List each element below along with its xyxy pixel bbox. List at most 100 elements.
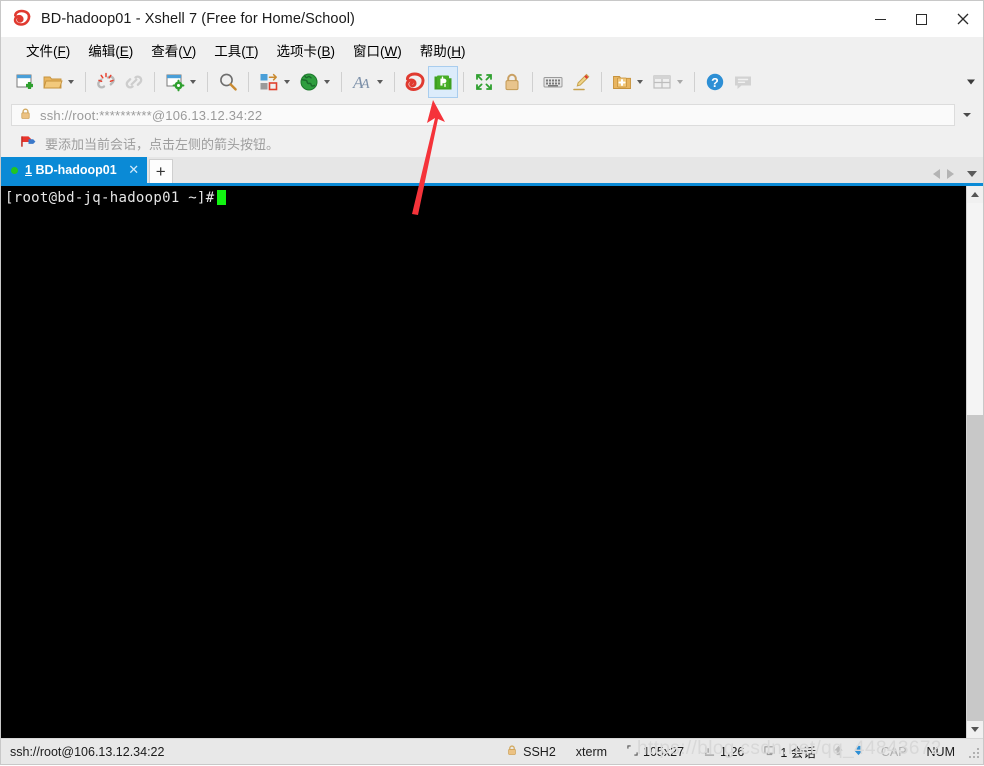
layout-transfer-button[interactable] [255,67,295,97]
cursor-pos-icon [704,745,715,759]
status-protocol[interactable]: SSH2 [496,739,566,764]
new-tab-button[interactable]: + [148,159,173,183]
disconnect-button[interactable] [92,67,120,97]
tab-close-button[interactable]: ✕ [127,162,141,178]
terminal-scrollbar[interactable] [966,186,983,738]
status-num-lock: NUM [926,744,955,759]
close-button[interactable] [942,1,983,37]
globe-caret-icon[interactable] [324,80,330,84]
triangle-right-icon[interactable] [947,169,954,179]
menu-label-view: 查看 [151,44,179,59]
terminal-cursor [216,190,226,205]
maximize-button[interactable] [901,1,942,37]
menu-item-edit[interactable]: 编辑(E) [79,37,142,63]
menu-item-file[interactable]: 文件(F) [17,37,79,63]
reconnect-button[interactable] [120,67,148,97]
xshell-button[interactable] [401,67,429,97]
address-dropdown-button[interactable] [963,113,971,117]
menu-label-tabs: 选项卡 [276,44,318,59]
highlight-button[interactable] [567,67,595,97]
status-terminal-type[interactable]: xterm [566,739,617,764]
resize-grip[interactable] [967,746,979,758]
menu-item-view[interactable]: 查看(V) [142,37,205,63]
tab-list-chevron-down-icon[interactable] [967,171,977,177]
menu-label-file: 文件 [26,44,53,59]
font-caret-icon[interactable] [377,80,383,84]
panes-button[interactable] [648,67,688,97]
red-shell-icon [404,71,426,93]
panes-caret-icon[interactable] [677,80,683,84]
status-caps-lock: CAP [880,744,907,759]
tab-bd-hadoop01[interactable]: 1 BD-hadoop01 ✕ [1,157,147,183]
terminal-prompt-line: [root@bd-jq-hadoop01 ~]# [5,190,966,207]
menu-item-tools[interactable]: 工具(T) [205,37,267,63]
find-button[interactable] [214,67,242,97]
scroll-down-arrow-icon [971,727,979,732]
terminal-screen[interactable]: [root@bd-jq-hadoop01 ~]# [1,186,966,738]
info-bar-text: 要添加当前会话，点击左侧的箭头按钮。 [45,136,280,152]
tab-number: 1 [25,163,32,177]
toolbar-separator [394,72,395,92]
session-properties-button[interactable] [161,67,201,97]
scrollbar-track[interactable] [967,203,983,721]
layout-transfer-caret-icon[interactable] [284,80,290,84]
padlock-icon [501,71,523,93]
keyboard-button[interactable] [539,67,567,97]
scrollbar-down-button[interactable] [967,721,983,738]
menu-item-window[interactable]: 窗口(W) [344,37,411,63]
gold-padlock-icon [19,107,32,123]
xshell-shell-logo-icon [12,9,32,29]
new-session-button[interactable] [11,67,39,97]
font-button[interactable]: A A [348,67,388,97]
status-cursor-position[interactable]: 1,26 [694,739,754,764]
close-icon [957,13,968,25]
chat-button[interactable] [729,67,757,97]
triangle-left-icon[interactable] [933,169,940,179]
menu-label-tools: 工具 [214,44,242,59]
toolbar-overflow-button[interactable] [967,79,975,85]
menu-item-help[interactable]: 帮助(H) [411,37,475,63]
green-globe-icon [298,71,320,93]
scrollbar-thumb[interactable] [967,415,983,721]
address-input[interactable]: ssh://root:**********@106.13.12.34:22 [11,104,955,126]
xftp-button[interactable] [428,66,458,98]
session-properties-caret-icon[interactable] [190,80,196,84]
status-size[interactable]: 105x27 [617,739,694,764]
add-folder-caret-icon[interactable] [637,80,643,84]
globe-button[interactable] [295,67,335,97]
window-gear-icon [164,71,186,93]
menu-label-window: 窗口 [353,44,381,59]
scroll-up-arrow-icon [971,192,979,197]
toolbar-separator [248,72,249,92]
menu-accel-help: H [451,44,462,59]
status-cursor-label: 1,26 [720,744,745,759]
toolbar-separator [154,72,155,92]
minimize-icon [875,18,886,20]
address-value: ssh://root:**********@106.13.12.34:22 [40,107,263,123]
transfer-up-arrow-icon [832,744,845,760]
status-sessions[interactable]: 1 会话 [754,739,825,764]
fullscreen-button[interactable] [470,67,498,97]
help-button[interactable]: ? [701,67,729,97]
add-folder-button[interactable] [608,67,648,97]
broken-link-icon [95,71,117,93]
status-bar: ssh://root@106.13.12.34:22 SSH2 xterm 10… [1,738,983,764]
toolbar-separator [341,72,342,92]
menu-item-tabs[interactable]: 选项卡(B) [268,37,345,63]
open-session-button[interactable] [39,67,79,97]
menu-bar: 文件(F) 编辑(E) 查看(V) 工具(T) 选项卡(B) 窗口(W) 帮助(… [1,37,983,63]
toolbar-separator [694,72,695,92]
fullscreen-arrows-icon [473,71,495,93]
terminal-area: [root@bd-jq-hadoop01 ~]# [1,186,983,738]
lock-button[interactable] [498,67,526,97]
connection-status-dot-icon [11,166,18,174]
gold-padlock-icon [506,744,518,759]
address-bar: ssh://root:**********@106.13.12.34:22 [1,101,983,129]
status-connection: ssh://root@106.13.12.34:22 [10,744,165,759]
font-a-icon: A A [351,71,373,93]
toolbar-separator [207,72,208,92]
open-session-caret-icon[interactable] [68,80,74,84]
window-title: BD-hadoop01 - Xshell 7 (Free for Home/Sc… [41,11,355,27]
scrollbar-up-button[interactable] [967,186,983,203]
minimize-button[interactable] [860,1,901,37]
